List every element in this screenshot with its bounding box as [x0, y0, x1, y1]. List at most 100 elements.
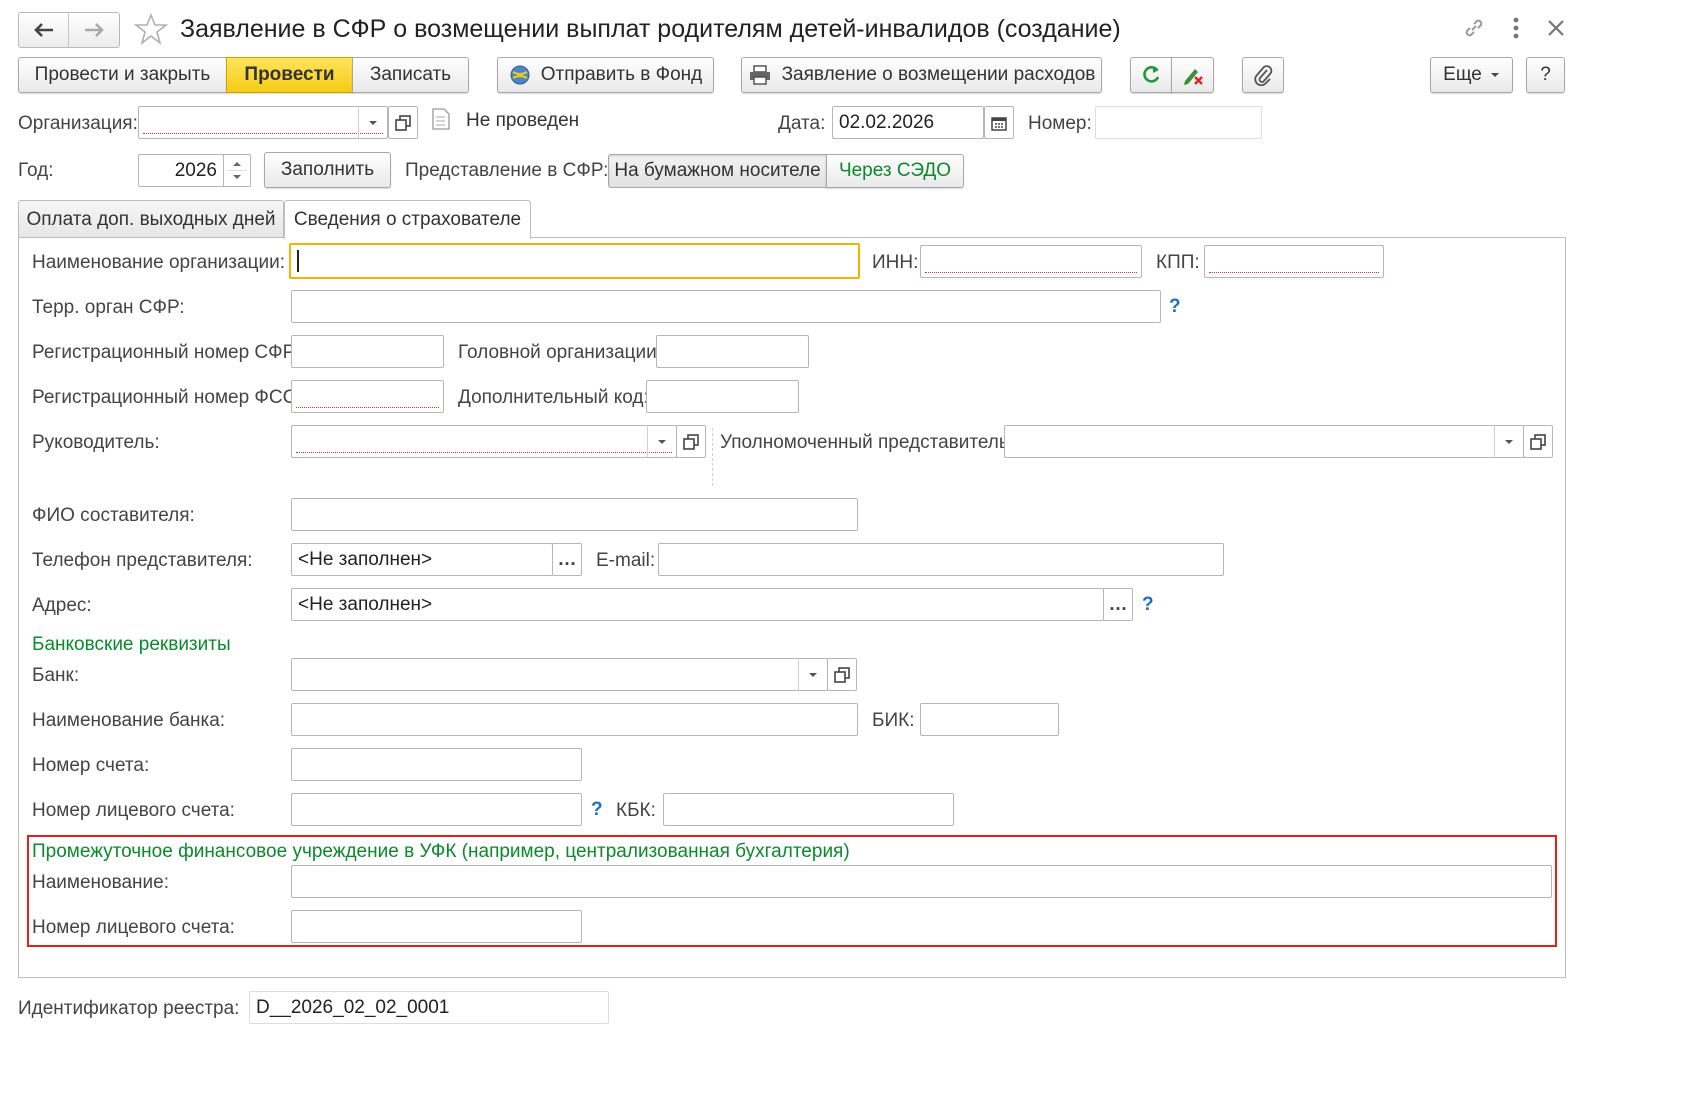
- presentation-sedo-option[interactable]: Через СЭДО: [826, 154, 964, 188]
- email-label: E-mail:: [596, 550, 656, 571]
- nav-buttons: [18, 12, 120, 48]
- close-icon[interactable]: [1546, 18, 1566, 38]
- bank-field[interactable]: [291, 658, 828, 691]
- save-button[interactable]: Записать: [352, 57, 469, 93]
- number-field: [1095, 106, 1262, 139]
- bank-name-field[interactable]: [291, 703, 858, 736]
- post-and-close-button[interactable]: Провести и закрыть: [18, 57, 227, 93]
- address-label: Адрес:: [32, 595, 92, 616]
- calendar-icon: [991, 116, 1007, 131]
- intermediate-account-field[interactable]: [291, 910, 582, 943]
- head-label: Руководитель:: [32, 432, 160, 453]
- column-divider: [712, 428, 713, 486]
- personal-account-label: Номер лицевого счета:: [32, 800, 235, 821]
- intermediate-name-field[interactable]: [291, 865, 1552, 898]
- kpp-label: КПП:: [1156, 252, 1200, 273]
- presentation-paper-option[interactable]: На бумажном носителе: [608, 154, 827, 188]
- link-icon[interactable]: [1462, 16, 1486, 40]
- year-label: Год:: [18, 160, 54, 181]
- open-window-icon: [834, 666, 850, 683]
- bank-dropdown-button[interactable]: [798, 658, 826, 691]
- personal-account-help-icon[interactable]: ?: [591, 799, 603, 821]
- year-field[interactable]: 2026: [138, 154, 224, 187]
- phone-field[interactable]: <Не заполнен>: [291, 543, 553, 576]
- organization-field[interactable]: [138, 106, 388, 139]
- compiler-label: ФИО составителя:: [32, 505, 195, 526]
- reg-sfr-label: Регистрационный номер СФР:: [32, 342, 301, 363]
- kebab-menu-icon[interactable]: [1512, 16, 1520, 40]
- chevron-down-icon: [368, 120, 377, 125]
- bik-field[interactable]: [920, 703, 1059, 736]
- pencil-cross-icon: [1183, 69, 1203, 85]
- personal-account-field[interactable]: [291, 793, 582, 826]
- open-window-icon: [683, 433, 699, 450]
- text-caret: [297, 249, 299, 272]
- chevron-down-icon: [1490, 73, 1499, 77]
- address-help-icon[interactable]: ?: [1142, 594, 1154, 616]
- head-dropdown-button[interactable]: [647, 425, 675, 458]
- organization-dropdown-button[interactable]: [358, 106, 386, 139]
- report-label: Заявление о возмещении расходов: [781, 64, 1096, 85]
- document-status-icon: [432, 108, 450, 130]
- presentation-label: Представление в СФР:: [405, 160, 609, 181]
- report-button[interactable]: Заявление о возмещении расходов: [741, 57, 1102, 93]
- reg-fss-field[interactable]: [291, 380, 444, 413]
- compiler-field[interactable]: [291, 498, 858, 531]
- reg-sfr-field[interactable]: [291, 335, 444, 368]
- send-to-fund-label: Отправить в Фонд: [540, 64, 703, 85]
- forward-button[interactable]: [69, 13, 119, 47]
- organization-open-button[interactable]: [388, 106, 418, 139]
- chevron-down-icon: [808, 672, 817, 677]
- chevron-down-icon: [1504, 439, 1513, 444]
- fill-button[interactable]: Заполнить: [264, 152, 391, 188]
- representative-dropdown-button[interactable]: [1494, 425, 1522, 458]
- head-field[interactable]: [291, 425, 677, 458]
- date-field[interactable]: 02.02.2026: [832, 106, 984, 139]
- edit-cancel-button[interactable]: [1171, 57, 1214, 93]
- head-open-button[interactable]: [676, 425, 706, 458]
- intermediate-account-label: Номер лицевого счета:: [32, 917, 235, 938]
- post-button[interactable]: Провести: [226, 57, 353, 93]
- kbk-label: КБК:: [616, 800, 656, 821]
- stepper-arrows-icon: [227, 162, 247, 179]
- intermediate-section-title: Промежуточное финансовое учреждение в УФ…: [32, 841, 850, 862]
- address-field[interactable]: <Не заполнен>: [291, 588, 1104, 621]
- account-field[interactable]: [291, 748, 582, 781]
- terr-organ-label: Терр. орган СФР:: [32, 297, 185, 318]
- bik-label: БИК:: [872, 710, 915, 731]
- address-select-button[interactable]: …: [1103, 588, 1133, 621]
- terr-organ-help-icon[interactable]: ?: [1169, 296, 1181, 318]
- year-stepper[interactable]: [223, 154, 251, 187]
- attach-button[interactable]: [1242, 57, 1284, 93]
- terr-organ-field[interactable]: [291, 290, 1161, 323]
- tab-extra-days-payment[interactable]: Оплата доп. выходных дней: [18, 200, 284, 238]
- more-button[interactable]: Еще: [1430, 57, 1513, 93]
- arrow-right-icon: [85, 23, 104, 37]
- page-title: Заявление в СФР о возмещении выплат роди…: [180, 15, 1121, 43]
- send-to-fund-button[interactable]: Отправить в Фонд: [497, 57, 714, 93]
- refresh-icon: [1143, 66, 1160, 83]
- kpp-field[interactable]: [1204, 245, 1384, 278]
- phone-select-button[interactable]: …: [552, 543, 582, 576]
- back-button[interactable]: [19, 13, 69, 47]
- open-window-icon: [395, 114, 411, 131]
- printer-icon: [749, 65, 770, 85]
- bank-open-button[interactable]: [827, 658, 857, 691]
- paperclip-icon: [1254, 65, 1273, 86]
- kbk-field[interactable]: [663, 793, 954, 826]
- inn-field[interactable]: [920, 245, 1142, 278]
- representative-field[interactable]: [1004, 425, 1524, 458]
- add-code-field[interactable]: [646, 380, 799, 413]
- refresh-button[interactable]: [1130, 57, 1172, 93]
- date-picker-button[interactable]: [984, 106, 1014, 139]
- add-code-label: Дополнительный код:: [458, 387, 649, 408]
- favorite-star-icon[interactable]: [134, 12, 168, 46]
- org-name-field[interactable]: [289, 243, 860, 279]
- head-org-field[interactable]: [656, 335, 809, 368]
- representative-open-button[interactable]: [1523, 425, 1553, 458]
- email-field[interactable]: [658, 543, 1224, 576]
- organization-label: Организация:: [18, 113, 138, 134]
- tab-insurer-info[interactable]: Сведения о страхователе: [284, 200, 531, 239]
- help-button[interactable]: ?: [1526, 57, 1565, 93]
- status-text: Не проведен: [466, 110, 580, 131]
